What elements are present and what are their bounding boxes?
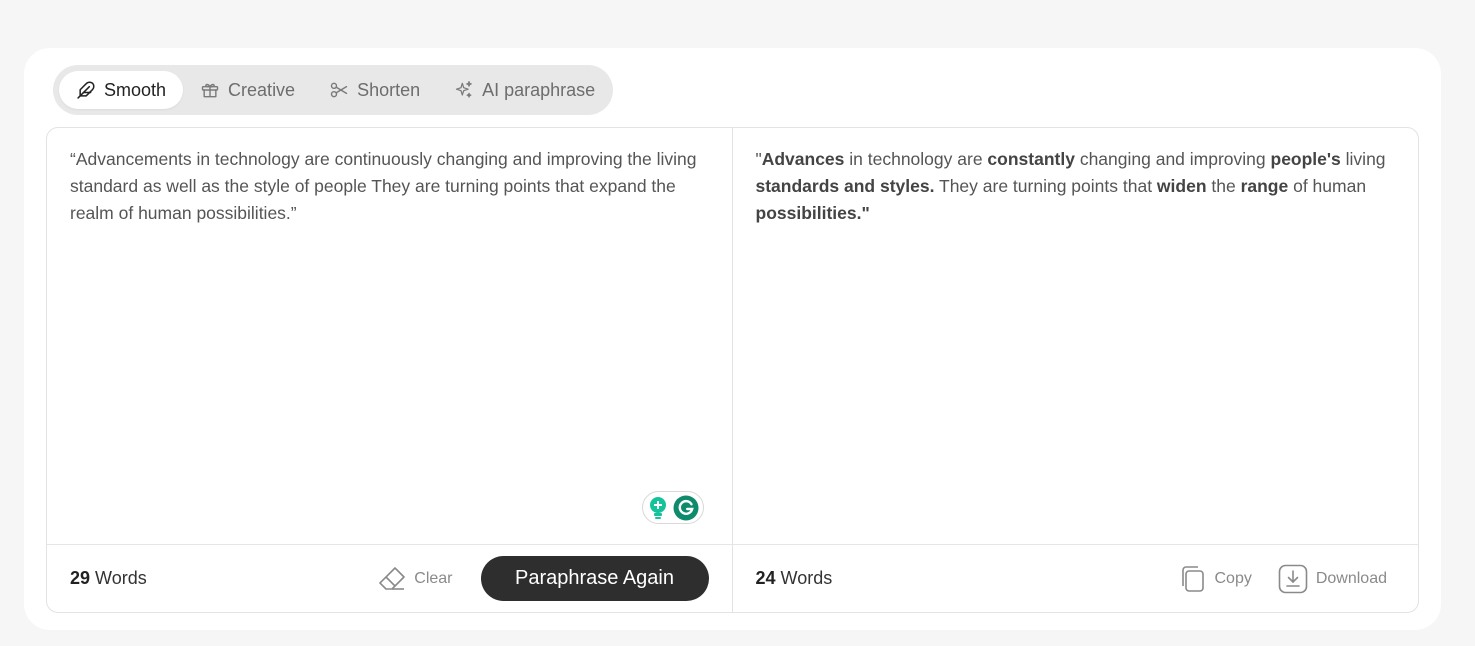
- output-pane: "Advances in technology are constantly c…: [732, 128, 1418, 612]
- clear-label: Clear: [414, 569, 453, 587]
- tab-smooth[interactable]: Smooth: [59, 71, 184, 109]
- input-word-count-label: Words: [95, 568, 147, 588]
- output-segment: changing and improving: [1074, 149, 1271, 169]
- tab-creative[interactable]: Creative: [183, 71, 312, 109]
- eraser-icon: [379, 566, 406, 590]
- mode-tabs: Smooth Creative Shorten AI paraphrase: [53, 65, 613, 115]
- paraphrase-editor: “Advancements in technology are continuo…: [46, 127, 1419, 613]
- feather-icon: [77, 81, 95, 99]
- changed-word: widen: [1156, 176, 1207, 196]
- tab-smooth-label: Smooth: [104, 79, 167, 100]
- paraphrase-again-button[interactable]: Paraphrase Again: [480, 556, 709, 601]
- output-word-count: 24 Words: [756, 568, 833, 589]
- changed-word: range: [1240, 176, 1289, 196]
- copy-button[interactable]: Copy: [1180, 565, 1252, 593]
- copy-icon: [1182, 565, 1205, 592]
- clear-button[interactable]: Clear: [378, 565, 453, 593]
- input-pane: “Advancements in technology are continuo…: [47, 128, 733, 612]
- changed-word: people's: [1270, 149, 1341, 169]
- tab-shorten[interactable]: Shorten: [312, 71, 437, 109]
- output-word-count-label: Words: [780, 568, 833, 588]
- scissors-icon: [330, 82, 348, 98]
- copy-label: Copy: [1214, 569, 1252, 587]
- input-textarea[interactable]: “Advancements in technology are continuo…: [70, 146, 710, 227]
- sparkles-icon: [456, 81, 472, 98]
- tab-ai-paraphrase[interactable]: AI paraphrase: [437, 71, 612, 109]
- download-button[interactable]: Download: [1278, 564, 1387, 594]
- input-word-count: 29 Words: [70, 568, 147, 589]
- tab-creative-label: Creative: [228, 79, 296, 100]
- download-label: Download: [1315, 569, 1387, 587]
- changed-word: Advances: [761, 149, 845, 169]
- grammarly-suggestion-icon: [649, 496, 666, 519]
- output-text: "Advances in technology are constantly c…: [756, 146, 1397, 227]
- output-segment: living: [1340, 149, 1386, 169]
- paraphraser-card: Smooth Creative Shorten AI paraphrase “A…: [24, 48, 1441, 630]
- changed-word: constantly: [987, 149, 1075, 169]
- output-footer: 24 Words Copy Download: [732, 544, 1418, 612]
- output-segment: of human: [1288, 176, 1367, 196]
- changed-word: standards and styles.: [755, 176, 935, 196]
- output-word-count-number: 24: [755, 568, 776, 588]
- input-footer: 29 Words Clear Paraphrase Again: [47, 544, 732, 612]
- grammarly-widget[interactable]: [641, 491, 704, 524]
- tab-ai-paraphrase-label: AI paraphrase: [482, 79, 596, 100]
- input-word-count-number: 29: [70, 568, 91, 588]
- output-segment: They are turning points that: [934, 176, 1157, 196]
- tab-shorten-label: Shorten: [357, 79, 421, 100]
- output-segment: in technology are: [844, 149, 988, 169]
- download-icon: [1278, 564, 1308, 593]
- changed-word: possibilities.": [755, 203, 870, 223]
- grammarly-logo-icon: [673, 495, 698, 520]
- gift-icon: [201, 83, 219, 98]
- output-segment: the: [1206, 176, 1241, 196]
